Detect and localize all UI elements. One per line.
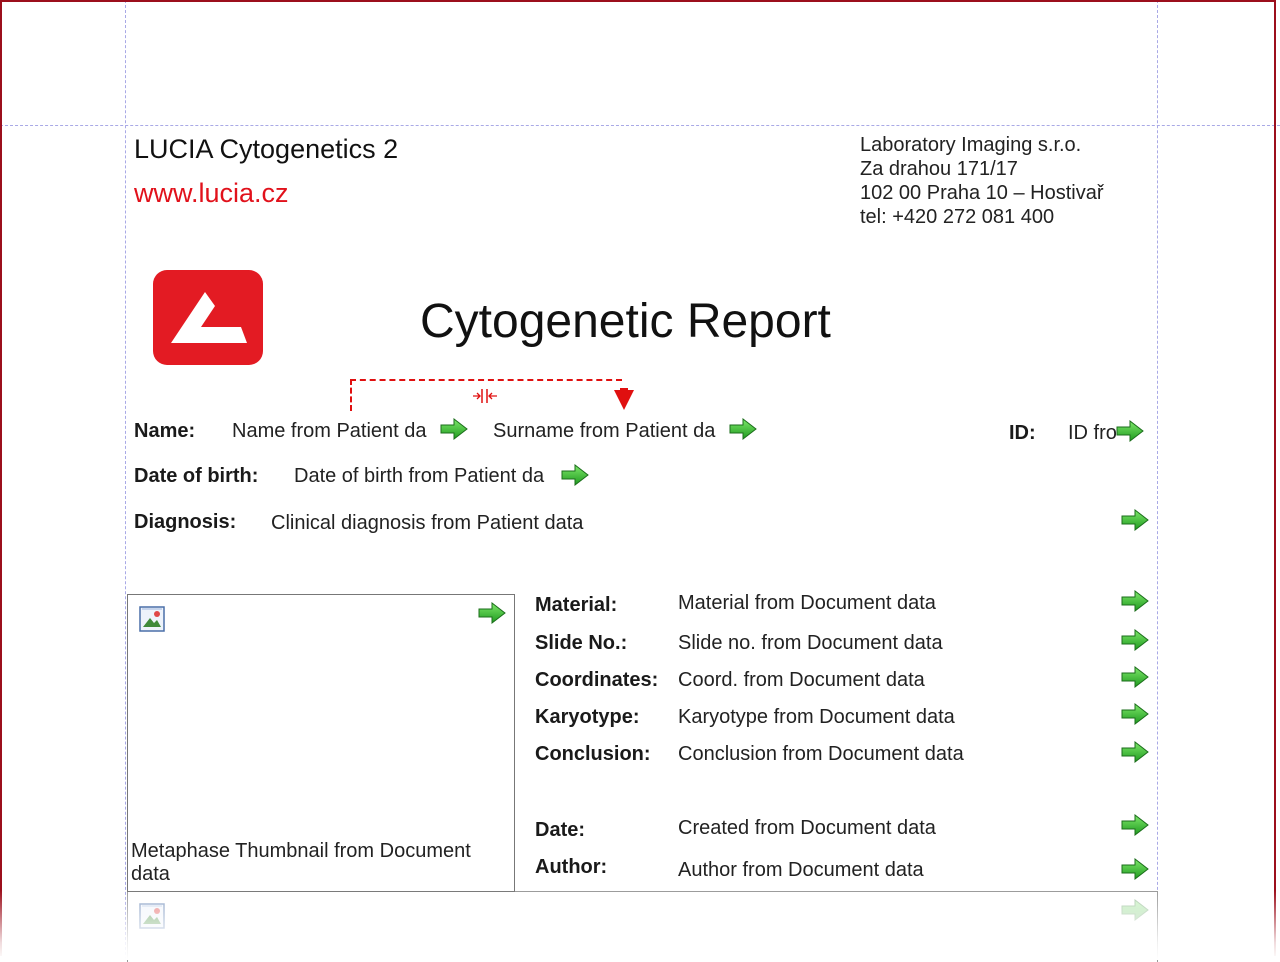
material-label: Material: <box>535 594 618 616</box>
author-label: Author: <box>535 856 608 878</box>
material-value[interactable]: Material from Document data <box>678 592 936 615</box>
red-pin-icon[interactable] <box>612 388 636 412</box>
green-arrow-icon[interactable] <box>1121 666 1149 688</box>
diagnosis-value[interactable]: Clinical diagnosis from Patient data <box>271 512 583 535</box>
company-line: Laboratory Imaging s.r.o. <box>860 134 1082 156</box>
karyotype-value[interactable]: Karyotype from Document data <box>678 706 955 729</box>
image-placeholder-icon <box>139 606 165 632</box>
company-line: 102 00 Praha 10 – Hostivař <box>860 182 1104 204</box>
image-placeholder-icon <box>139 903 165 929</box>
coordinates-label: Coordinates: <box>535 669 659 691</box>
green-arrow-icon[interactable] <box>1121 858 1149 880</box>
green-arrow-icon[interactable] <box>561 464 589 486</box>
slide-no-value[interactable]: Slide no. from Document data <box>678 632 943 655</box>
thumbnail-caption: Metaphase Thumbnail from Document data <box>131 840 471 885</box>
diagnosis-label: Diagnosis: <box>134 511 237 533</box>
date-value[interactable]: Created from Document data <box>678 817 936 840</box>
conclusion-value[interactable]: Conclusion from Document data <box>678 743 964 766</box>
app-name: LUCIA Cytogenetics 2 <box>134 134 399 164</box>
green-arrow-icon[interactable] <box>1121 629 1149 651</box>
author-value[interactable]: Author from Document data <box>678 859 924 882</box>
surname-value[interactable]: Surname from Patient da <box>493 420 715 443</box>
green-arrow-icon[interactable] <box>478 602 506 624</box>
id-value[interactable]: ID fro <box>1068 422 1117 445</box>
company-line: tel: +420 272 081 400 <box>860 206 1055 228</box>
website-link[interactable]: www.lucia.cz <box>134 178 289 209</box>
name-label: Name: <box>134 420 196 442</box>
coordinates-value[interactable]: Coord. from Document data <box>678 669 925 692</box>
green-arrow-icon[interactable] <box>1121 590 1149 612</box>
split-handle-icon[interactable] <box>472 386 498 406</box>
id-label: ID: <box>1009 422 1036 444</box>
green-arrow-icon[interactable] <box>729 418 757 440</box>
company-address: Laboratory Imaging s.r.o. Za drahou 171/… <box>860 133 1104 229</box>
slide-no-label: Slide No.: <box>535 632 628 654</box>
lucia-logo-icon <box>153 270 263 365</box>
company-line: Za drahou 171/17 <box>860 158 1018 180</box>
report-title: Cytogenetic Report <box>420 295 831 348</box>
green-arrow-icon[interactable] <box>1121 509 1149 531</box>
date-label: Date: <box>535 819 586 841</box>
conclusion-label: Conclusion: <box>535 743 651 765</box>
name-value[interactable]: Name from Patient da <box>232 420 427 443</box>
dob-value[interactable]: Date of birth from Patient da <box>294 465 544 488</box>
green-arrow-icon[interactable] <box>1121 703 1149 725</box>
green-arrow-icon[interactable] <box>440 418 468 440</box>
green-arrow-icon[interactable] <box>1116 420 1144 442</box>
green-arrow-icon[interactable] <box>1121 899 1149 921</box>
next-section-frame[interactable] <box>127 892 1158 962</box>
karyotype-label: Karyotype: <box>535 706 640 728</box>
green-arrow-icon[interactable] <box>1121 814 1149 836</box>
dob-label: Date of birth: <box>134 465 259 487</box>
green-arrow-icon[interactable] <box>1121 741 1149 763</box>
